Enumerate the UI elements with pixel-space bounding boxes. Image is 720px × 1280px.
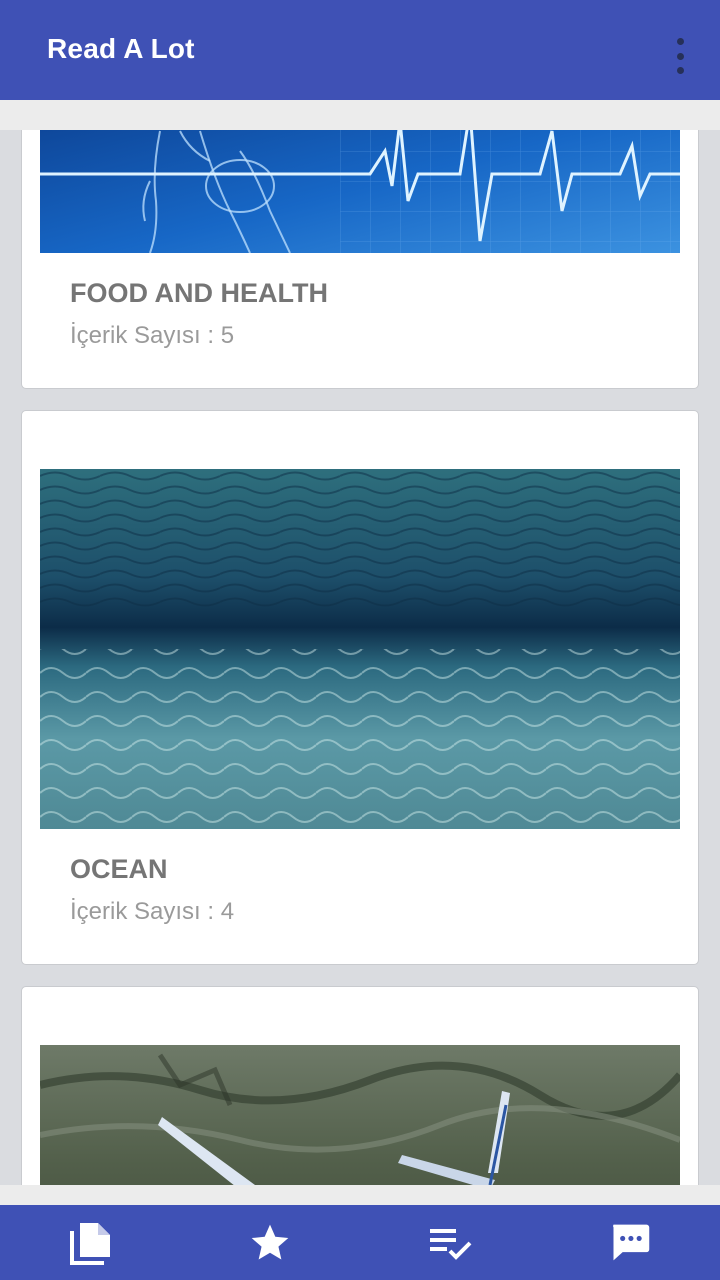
- medical-body-heartbeat-image: [40, 130, 680, 253]
- category-title: FOOD AND HEALTH: [70, 278, 328, 308]
- more-vert-icon[interactable]: [668, 38, 692, 74]
- category-card-travel[interactable]: [21, 986, 699, 1185]
- nav-documents[interactable]: [65, 1219, 115, 1267]
- top-divider-strip: [0, 100, 720, 130]
- menu-dot: [676, 67, 684, 74]
- category-content-count: İçerik Sayısı : 4: [70, 898, 235, 925]
- menu-dot: [676, 38, 684, 45]
- aerial-airplane-mountains-image: [40, 1045, 680, 1185]
- playlist-check-icon: [430, 1229, 472, 1260]
- app-title: Read A Lot: [47, 33, 195, 64]
- category-content-count: İçerik Sayısı : 5: [70, 322, 235, 349]
- bottom-divider-strip: [0, 1185, 720, 1205]
- category-image-travel: [40, 1045, 680, 1185]
- nav-messages[interactable]: [605, 1219, 655, 1267]
- app-bar: Read A Lot: [0, 0, 720, 100]
- category-image-food-and-health: [40, 130, 680, 253]
- nav-favorites[interactable]: [245, 1219, 295, 1267]
- category-card-ocean[interactable]: OCEAN İçerik Sayısı : 4: [21, 410, 699, 965]
- nav-read-list[interactable]: [425, 1219, 475, 1267]
- star-icon: [251, 1224, 289, 1260]
- menu-dot: [676, 52, 684, 60]
- category-title: OCEAN: [70, 854, 168, 884]
- chat-icon: [613, 1224, 650, 1261]
- underwater-ocean-image: [40, 469, 680, 829]
- documents-icon: [70, 1223, 110, 1265]
- category-card-food-and-health[interactable]: FOOD AND HEALTH İçerik Sayısı : 5: [21, 130, 699, 389]
- bottom-navigation: [0, 1205, 720, 1280]
- category-feed[interactable]: FOOD AND HEALTH İçerik Sayısı : 5 OCEAN …: [0, 130, 720, 1185]
- category-image-ocean: [40, 469, 680, 829]
